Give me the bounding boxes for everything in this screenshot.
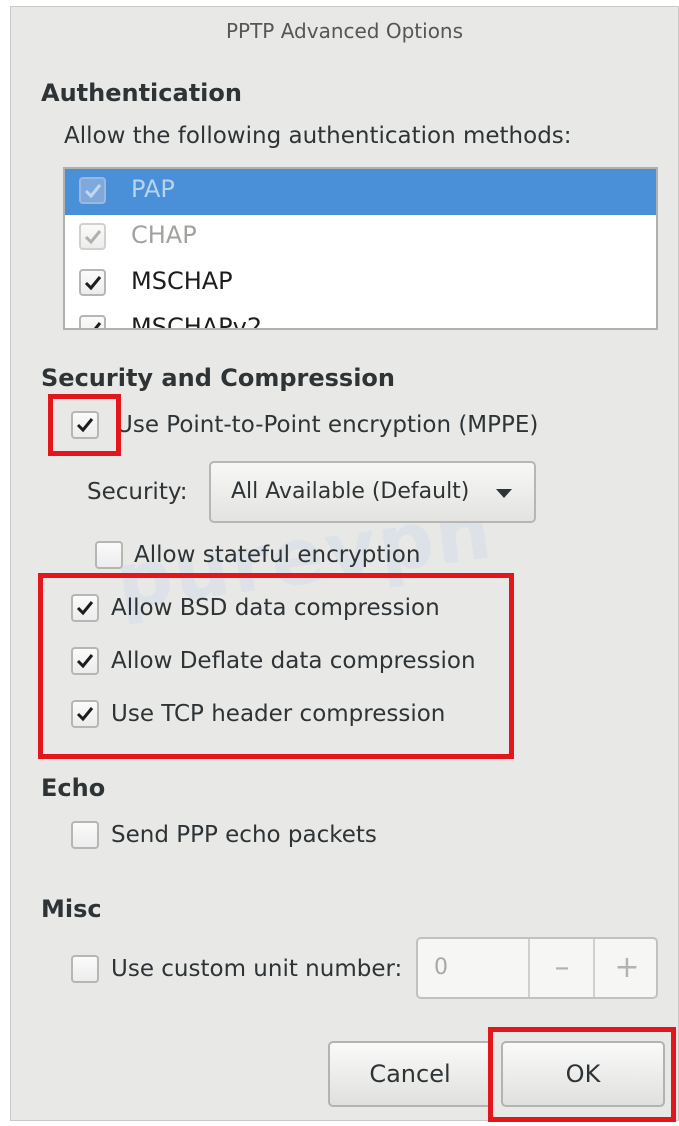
list-item-mschap[interactable]: MSCHAP xyxy=(65,261,656,307)
custom-unit-label: Use custom unit number: xyxy=(111,956,403,982)
list-item-mschapv2[interactable]: MSCHAPv2 xyxy=(65,307,656,330)
custom-unit-checkbox[interactable] xyxy=(71,955,99,983)
list-item-pap[interactable]: PAP xyxy=(65,169,656,215)
chap-label: CHAP xyxy=(131,221,197,249)
pap-label: PAP xyxy=(131,175,175,203)
list-item-chap[interactable]: CHAP xyxy=(65,215,656,261)
ok-highlight-box xyxy=(488,1027,676,1122)
mschap-label: MSCHAP xyxy=(131,267,233,295)
chevron-down-icon xyxy=(496,489,512,498)
ppp-echo-checkbox[interactable] xyxy=(71,821,99,849)
checkmark-icon xyxy=(87,322,102,328)
increment-button[interactable]: + xyxy=(593,939,656,997)
compression-highlight-box xyxy=(38,573,514,759)
chap-checkbox[interactable] xyxy=(79,223,106,250)
pptp-advanced-options-dialog: PPTP Advanced Options purevpn Authentica… xyxy=(10,6,679,1121)
authentication-methods-list[interactable]: PAP CHAP MSCHAP MSCHAPv2 xyxy=(63,167,658,330)
checkmark-icon xyxy=(84,276,102,291)
decrement-button[interactable]: – xyxy=(528,939,594,997)
dialog-title: PPTP Advanced Options xyxy=(225,19,464,43)
mschapv2-checkbox[interactable] xyxy=(79,315,106,328)
mschap-checkbox[interactable] xyxy=(79,269,106,296)
authentication-heading: Authentication xyxy=(41,79,242,107)
pap-checkbox[interactable] xyxy=(79,177,106,204)
mppe-label: Use Point-to-Point encryption (MPPE) xyxy=(116,412,539,438)
security-compression-heading: Security and Compression xyxy=(41,364,395,392)
mschapv2-label: MSCHAPv2 xyxy=(131,313,263,330)
cancel-button[interactable]: Cancel xyxy=(328,1041,492,1107)
security-dropdown[interactable]: All Available (Default) xyxy=(209,461,536,523)
checkmark-icon xyxy=(84,230,102,245)
security-value: All Available (Default) xyxy=(231,479,470,504)
misc-heading: Misc xyxy=(41,895,102,923)
mppe-highlight-box xyxy=(48,394,121,456)
checkmark-icon xyxy=(84,184,102,199)
ppp-echo-label: Send PPP echo packets xyxy=(111,822,377,848)
authentication-description: Allow the following authentication metho… xyxy=(64,123,572,149)
echo-heading: Echo xyxy=(41,774,106,802)
unit-number-value: 0 xyxy=(434,955,448,980)
stateful-encryption-checkbox[interactable] xyxy=(95,541,123,569)
unit-number-spinner[interactable]: 0 – + xyxy=(416,937,658,999)
stateful-encryption-label: Allow stateful encryption xyxy=(134,542,421,568)
security-label: Security: xyxy=(87,479,188,505)
